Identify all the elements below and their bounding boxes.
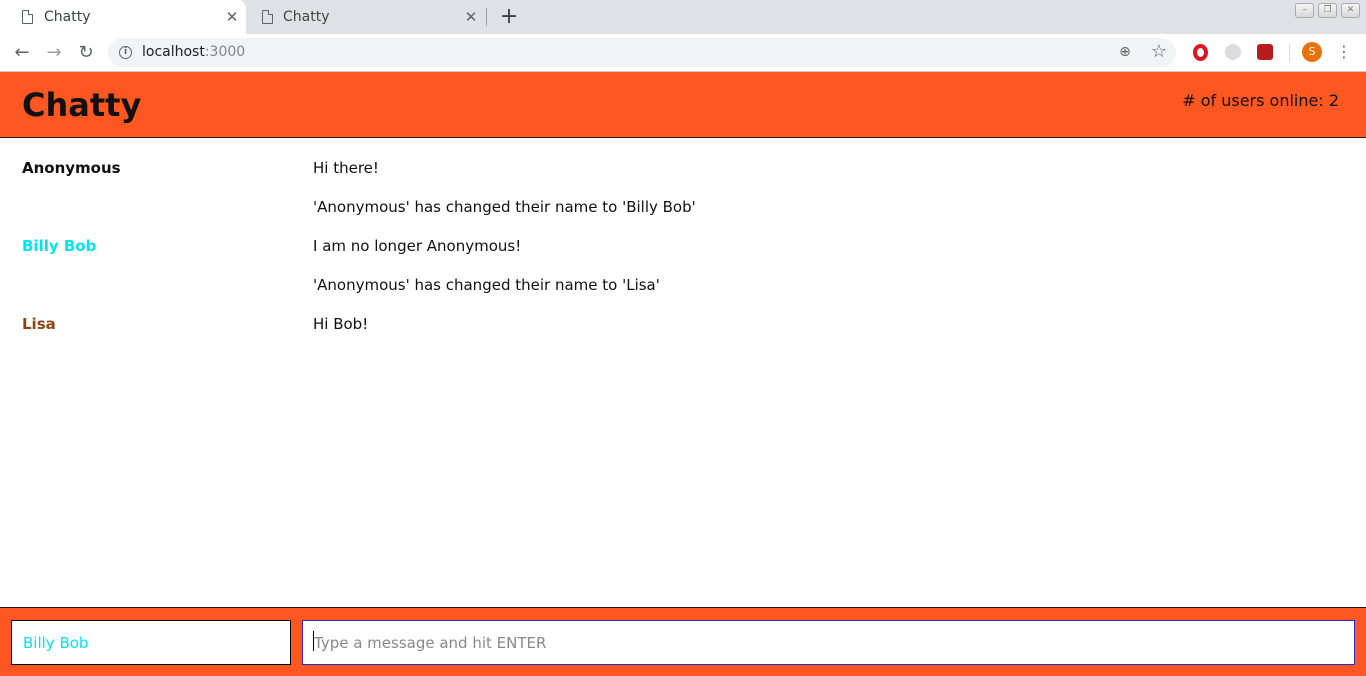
reload-icon[interactable]: ↻ xyxy=(74,41,98,65)
message-input[interactable] xyxy=(302,620,1355,665)
minimize-button[interactable]: – xyxy=(1295,3,1314,18)
system-notification: 'Anonymous' has changed their name to 'L… xyxy=(0,256,1366,295)
browser-toolbar: ← → ↻ i localhost:3000 ⊕ ☆ S ⋮ xyxy=(0,34,1366,72)
tab-title: Chatty xyxy=(44,9,91,25)
message-content: Hi Bob! xyxy=(313,315,369,333)
users-online-count: # of users online: 2 xyxy=(1182,91,1339,110)
browser-tabstrip: Chatty ✕ Chatty ✕ + – ❐ ✕ xyxy=(0,0,1366,34)
toolbar-separator xyxy=(1289,44,1290,62)
text-cursor xyxy=(313,631,314,651)
window-controls: – ❐ ✕ xyxy=(1295,3,1360,18)
message-username: Anonymous xyxy=(22,159,121,177)
extension-icon[interactable] xyxy=(1257,44,1273,60)
app-title: Chatty xyxy=(22,86,142,124)
tab-title: Chatty xyxy=(283,9,330,25)
browser-tab-active[interactable]: Chatty ✕ xyxy=(0,0,246,34)
profile-avatar[interactable]: S xyxy=(1302,42,1322,62)
message-username: Lisa xyxy=(22,315,56,333)
page-icon xyxy=(22,10,33,24)
site-info-icon[interactable]: i xyxy=(119,46,132,59)
tab-close-icon[interactable]: ✕ xyxy=(223,7,241,27)
url-text: localhost:3000 xyxy=(142,44,245,60)
page-icon xyxy=(262,10,273,24)
system-notification: 'Anonymous' has changed their name to 'B… xyxy=(0,178,1366,217)
tab-close-icon[interactable]: ✕ xyxy=(462,7,480,27)
close-window-button[interactable]: ✕ xyxy=(1341,3,1360,18)
maximize-button[interactable]: ❐ xyxy=(1318,3,1337,18)
opera-extension-icon[interactable] xyxy=(1193,44,1208,61)
message-content: I am no longer Anonymous! xyxy=(313,237,522,255)
chat-bar xyxy=(0,607,1366,676)
username-input[interactable] xyxy=(11,620,291,665)
notification-content: 'Anonymous' has changed their name to 'B… xyxy=(313,198,696,216)
browser-menu-icon[interactable]: ⋮ xyxy=(1336,41,1352,63)
tab-separator xyxy=(486,8,487,26)
message-username: Billy Bob xyxy=(22,237,97,255)
message-item: Lisa Hi Bob! xyxy=(0,295,1366,334)
bookmark-star-icon[interactable]: ☆ xyxy=(1150,41,1168,62)
notification-content: 'Anonymous' has changed their name to 'L… xyxy=(313,276,660,294)
message-item: Billy Bob I am no longer Anonymous! xyxy=(0,217,1366,256)
zoom-icon[interactable]: ⊕ xyxy=(1117,44,1133,60)
message-list: Anonymous Hi there! 'Anonymous' has chan… xyxy=(0,139,1366,607)
extension-icon[interactable] xyxy=(1225,44,1241,60)
app-navbar: Chatty # of users online: 2 xyxy=(0,72,1366,138)
browser-tab-inactive[interactable]: Chatty ✕ xyxy=(248,0,486,34)
address-bar[interactable]: i localhost:3000 ⊕ ☆ xyxy=(108,38,1176,67)
message-content: Hi there! xyxy=(313,159,379,177)
forward-arrow-icon[interactable]: → xyxy=(42,41,66,65)
message-item: Anonymous Hi there! xyxy=(0,139,1366,178)
url-host: localhost xyxy=(142,44,205,60)
url-port: :3000 xyxy=(204,44,246,60)
new-tab-button[interactable]: + xyxy=(498,5,520,29)
back-arrow-icon[interactable]: ← xyxy=(10,41,34,65)
